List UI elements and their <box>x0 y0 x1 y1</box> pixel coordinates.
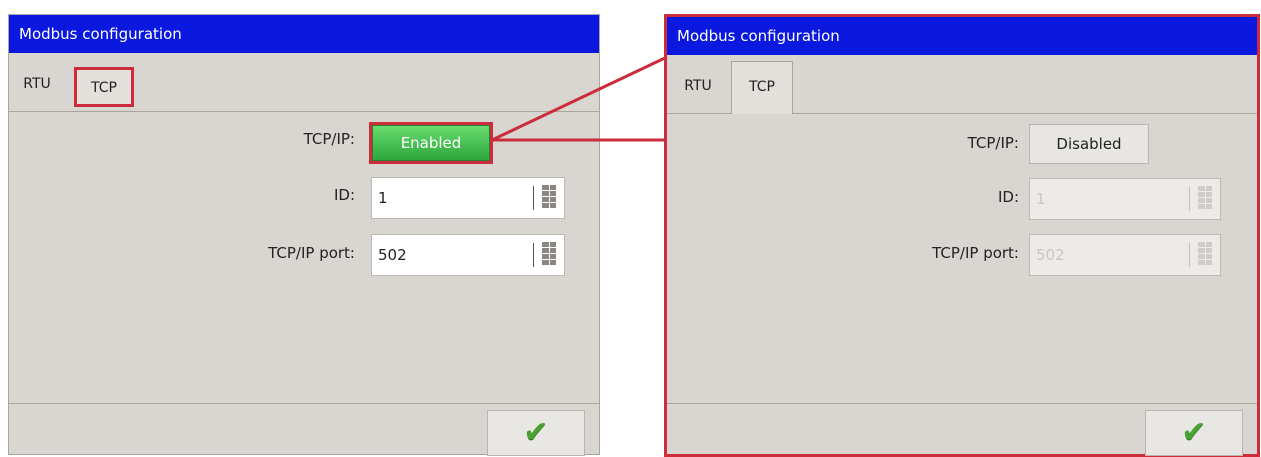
id-field[interactable]: 1 <box>371 177 565 219</box>
ok-button[interactable]: ✔ <box>487 410 585 456</box>
port-label: TCP/IP port: <box>268 244 355 262</box>
tab-tcp[interactable]: TCP <box>731 61 793 114</box>
id-value: 1 <box>1036 190 1046 208</box>
port-field: 502 <box>1029 234 1221 276</box>
port-value: 502 <box>1036 246 1065 264</box>
keypad-icon <box>1198 242 1212 268</box>
tcpip-label: TCP/IP: <box>967 134 1019 152</box>
dialog-footer: ✔ <box>9 403 599 456</box>
check-icon: ✔ <box>523 415 549 450</box>
field-separator <box>1189 243 1190 267</box>
id-label: ID: <box>997 188 1019 206</box>
dialog-footer: ✔ <box>667 403 1257 456</box>
field-separator <box>533 186 534 210</box>
keypad-icon[interactable] <box>542 185 556 211</box>
keypad-icon <box>1198 186 1212 212</box>
field-separator <box>1189 187 1190 211</box>
tcpip-label: TCP/IP: <box>303 130 355 148</box>
tab-tcp[interactable]: TCP <box>74 67 134 107</box>
tab-rtu[interactable]: RTU <box>673 55 723 113</box>
dialog-title: Modbus configuration <box>9 15 599 53</box>
id-field: 1 <box>1029 178 1221 220</box>
tab-rtu[interactable]: RTU <box>15 53 59 111</box>
port-field[interactable]: 502 <box>371 234 565 276</box>
modbus-config-dialog-disabled: Modbus configuration RTU TCP TCP/IP: Dis… <box>664 14 1260 457</box>
port-value: 502 <box>378 246 407 264</box>
field-separator <box>533 243 534 267</box>
id-value: 1 <box>378 189 388 207</box>
tcp-settings-panel: TCP/IP: Enabled ID: 1 TCP/IP port: 502 <box>9 112 599 402</box>
keypad-icon[interactable] <box>542 242 556 268</box>
check-icon: ✔ <box>1181 415 1207 450</box>
ok-button[interactable]: ✔ <box>1145 410 1243 456</box>
dialog-title: Modbus configuration <box>667 17 1257 55</box>
tab-bar: RTU TCP <box>667 55 1257 114</box>
modbus-config-dialog-enabled: Modbus configuration RTU TCP TCP/IP: Ena… <box>8 14 600 456</box>
tab-bar: RTU TCP <box>9 53 599 112</box>
tcp-settings-panel: TCP/IP: Disabled ID: 1 TCP/IP port: 502 <box>667 114 1257 399</box>
id-label: ID: <box>333 186 355 204</box>
tcpip-toggle-button[interactable]: Enabled <box>369 122 493 164</box>
port-label: TCP/IP port: <box>932 244 1019 262</box>
tcpip-toggle-button[interactable]: Disabled <box>1029 124 1149 164</box>
